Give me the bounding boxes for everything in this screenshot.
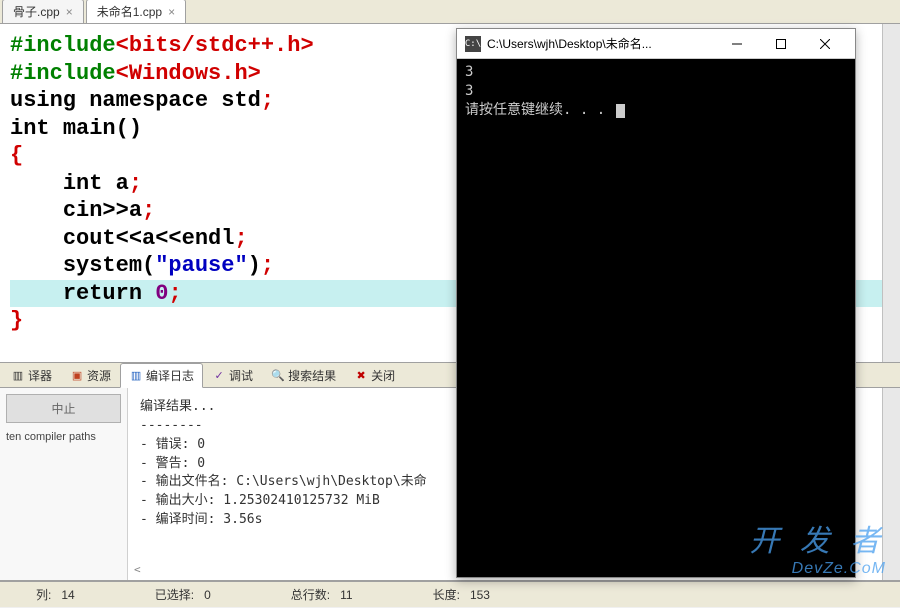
- resources-icon: ▣: [70, 368, 84, 382]
- punct: ;: [168, 281, 181, 306]
- angle-include: <bits/stdc++.h>: [116, 33, 314, 58]
- punct: ;: [234, 226, 247, 251]
- tab-search-results[interactable]: 🔍搜索结果: [262, 363, 345, 388]
- identifier: cin: [63, 198, 103, 223]
- identifier: main: [63, 116, 116, 141]
- brace: }: [10, 308, 23, 333]
- status-length: 长度: 153: [433, 586, 490, 603]
- console-titlebar[interactable]: C:\ C:\Users\wjh\Desktop\未命名...: [457, 29, 855, 59]
- tab-debug[interactable]: ✓调试: [203, 363, 262, 388]
- console-title-text: C:\Users\wjh\Desktop\未命名...: [487, 35, 715, 52]
- tab-compiler[interactable]: ▥译器: [2, 363, 61, 388]
- close-icon[interactable]: ×: [168, 5, 175, 19]
- punct: ;: [261, 253, 274, 278]
- file-tab-2[interactable]: 未命名1.cpp ×: [86, 0, 186, 23]
- punct: ;: [261, 88, 274, 113]
- identifier: a: [129, 198, 142, 223]
- editor-scrollbar[interactable]: [882, 24, 900, 362]
- panel-scrollbar[interactable]: [882, 388, 900, 580]
- paren: (: [142, 253, 155, 278]
- operator: >>: [102, 198, 128, 223]
- brace: {: [10, 143, 23, 168]
- compiler-icon: ▥: [11, 368, 25, 382]
- file-tab-1[interactable]: 骨子.cpp ×: [2, 0, 84, 23]
- console-line: 3: [465, 63, 847, 82]
- console-window[interactable]: C:\ C:\Users\wjh\Desktop\未命名... 3 3 请按任意…: [456, 28, 856, 578]
- keyword: int: [10, 116, 50, 141]
- status-column: 列: 14: [36, 586, 75, 603]
- operator: <<: [155, 226, 181, 251]
- keyword: #include: [10, 61, 116, 86]
- operator: <<: [116, 226, 142, 251]
- punct: ;: [129, 171, 142, 196]
- console-icon: C:\: [465, 36, 481, 52]
- shorten-paths-option[interactable]: ten compiler paths: [6, 431, 121, 443]
- status-selected: 已选择: 0: [155, 586, 211, 603]
- search-icon: 🔍: [271, 368, 285, 382]
- paren: ): [248, 253, 261, 278]
- tab-close[interactable]: ✖关闭: [345, 363, 404, 388]
- close-icon[interactable]: ×: [66, 5, 73, 19]
- cursor-icon: [616, 104, 625, 118]
- tab-label: 未命名1.cpp: [97, 5, 162, 19]
- tab-label: 资源: [87, 367, 111, 384]
- console-output: 3 3 请按任意键继续. . .: [457, 59, 855, 124]
- tab-compile-log[interactable]: ▥编译日志: [120, 363, 203, 388]
- number: 0: [155, 281, 168, 306]
- identifier: system: [63, 253, 142, 278]
- minimize-button[interactable]: [715, 30, 759, 58]
- identifier: std: [221, 88, 261, 113]
- tab-label: 骨子.cpp: [13, 5, 60, 19]
- identifier: cout: [63, 226, 116, 251]
- status-total-lines: 总行数: 11: [291, 586, 353, 603]
- tab-label: 译器: [28, 367, 52, 384]
- string: "pause": [155, 253, 247, 278]
- keyword: int: [63, 171, 103, 196]
- console-line: 请按任意键继续. . .: [465, 101, 847, 120]
- keyword: using: [10, 88, 76, 113]
- keyword: return: [63, 281, 142, 306]
- tab-resources[interactable]: ▣资源: [61, 363, 120, 388]
- maximize-button[interactable]: [759, 30, 803, 58]
- paren: (): [116, 116, 142, 141]
- tab-label: 调试: [229, 367, 253, 384]
- file-tabs: 骨子.cpp × 未命名1.cpp ×: [0, 0, 900, 24]
- angle-include: <Windows.h>: [116, 61, 261, 86]
- close-window-button[interactable]: [803, 30, 847, 58]
- console-line: 3: [465, 82, 847, 101]
- tab-label: 搜索结果: [288, 367, 336, 384]
- tab-label: 关闭: [371, 367, 395, 384]
- check-icon: ✓: [212, 368, 226, 382]
- log-icon: ▥: [129, 368, 143, 382]
- abort-button[interactable]: 中止: [6, 394, 121, 423]
- panel-sidebar: 中止 ten compiler paths: [0, 388, 128, 580]
- punct: ;: [142, 198, 155, 223]
- status-bar: 列: 14 已选择: 0 总行数: 11 长度: 153: [0, 581, 900, 607]
- identifier: endl: [182, 226, 235, 251]
- tab-label: 编译日志: [146, 367, 194, 384]
- identifier: a: [116, 171, 129, 196]
- scroll-left-icon[interactable]: <: [134, 562, 141, 578]
- identifier: a: [142, 226, 155, 251]
- keyword: #include: [10, 33, 116, 58]
- close-icon: ✖: [354, 368, 368, 382]
- keyword: namespace: [89, 88, 208, 113]
